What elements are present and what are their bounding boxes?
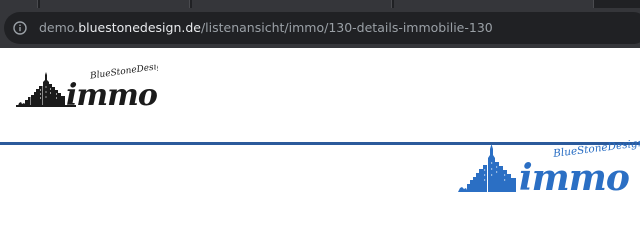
address-bar: demo.bluestonedesign.de/listenansicht/im… — [0, 8, 640, 48]
url-host: bluestonedesign.de — [78, 20, 201, 35]
browser-tab[interactable] — [394, 0, 594, 8]
logo-wordmark: immo — [519, 157, 629, 192]
site-logo[interactable]: BlueStoneDesign immo — [16, 64, 158, 110]
browser-tab[interactable] — [0, 0, 38, 8]
site-logo-secondary[interactable]: BlueStoneDesign immo — [456, 140, 640, 192]
browser-tab[interactable] — [40, 0, 190, 8]
info-circle-icon[interactable] — [13, 21, 27, 35]
url-field[interactable]: demo.bluestonedesign.de/listenansicht/im… — [4, 12, 640, 44]
tab-strip — [0, 0, 640, 8]
url-text[interactable]: demo.bluestonedesign.de/listenansicht/im… — [39, 19, 493, 37]
url-path: /listenansicht/immo/130-details-immobili… — [200, 20, 493, 35]
logo-wordmark: immo — [66, 78, 158, 110]
url-prefix: demo. — [39, 20, 79, 35]
skyline-icon — [456, 144, 516, 192]
browser-tab[interactable] — [192, 0, 392, 8]
